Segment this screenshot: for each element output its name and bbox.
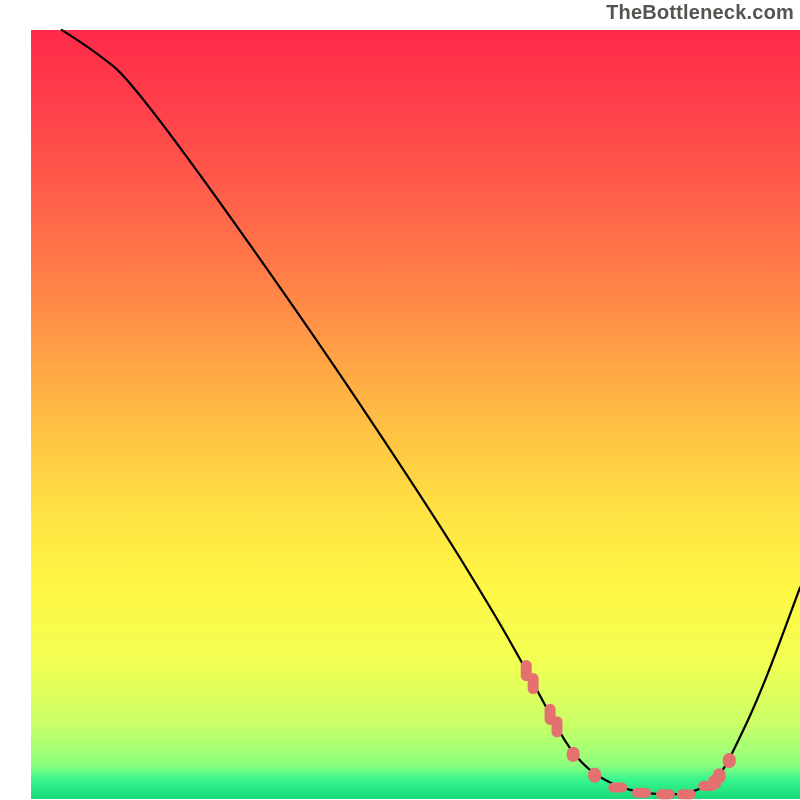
chart-container: { "watermark": "TheBottleneck.com", "cha… [0, 0, 800, 800]
marker-dot [713, 768, 726, 783]
marker-dot [551, 716, 562, 737]
marker-dot [528, 673, 539, 694]
marker-dot [677, 789, 696, 799]
marker-dot [723, 753, 736, 768]
watermark-text: TheBottleneck.com [606, 2, 794, 25]
marker-dot [567, 747, 580, 762]
marker-dot [588, 768, 601, 783]
marker-dot [608, 782, 627, 792]
plot-background [31, 30, 800, 799]
marker-dot [632, 788, 651, 798]
marker-dot [656, 789, 675, 799]
chart-svg [0, 0, 800, 800]
